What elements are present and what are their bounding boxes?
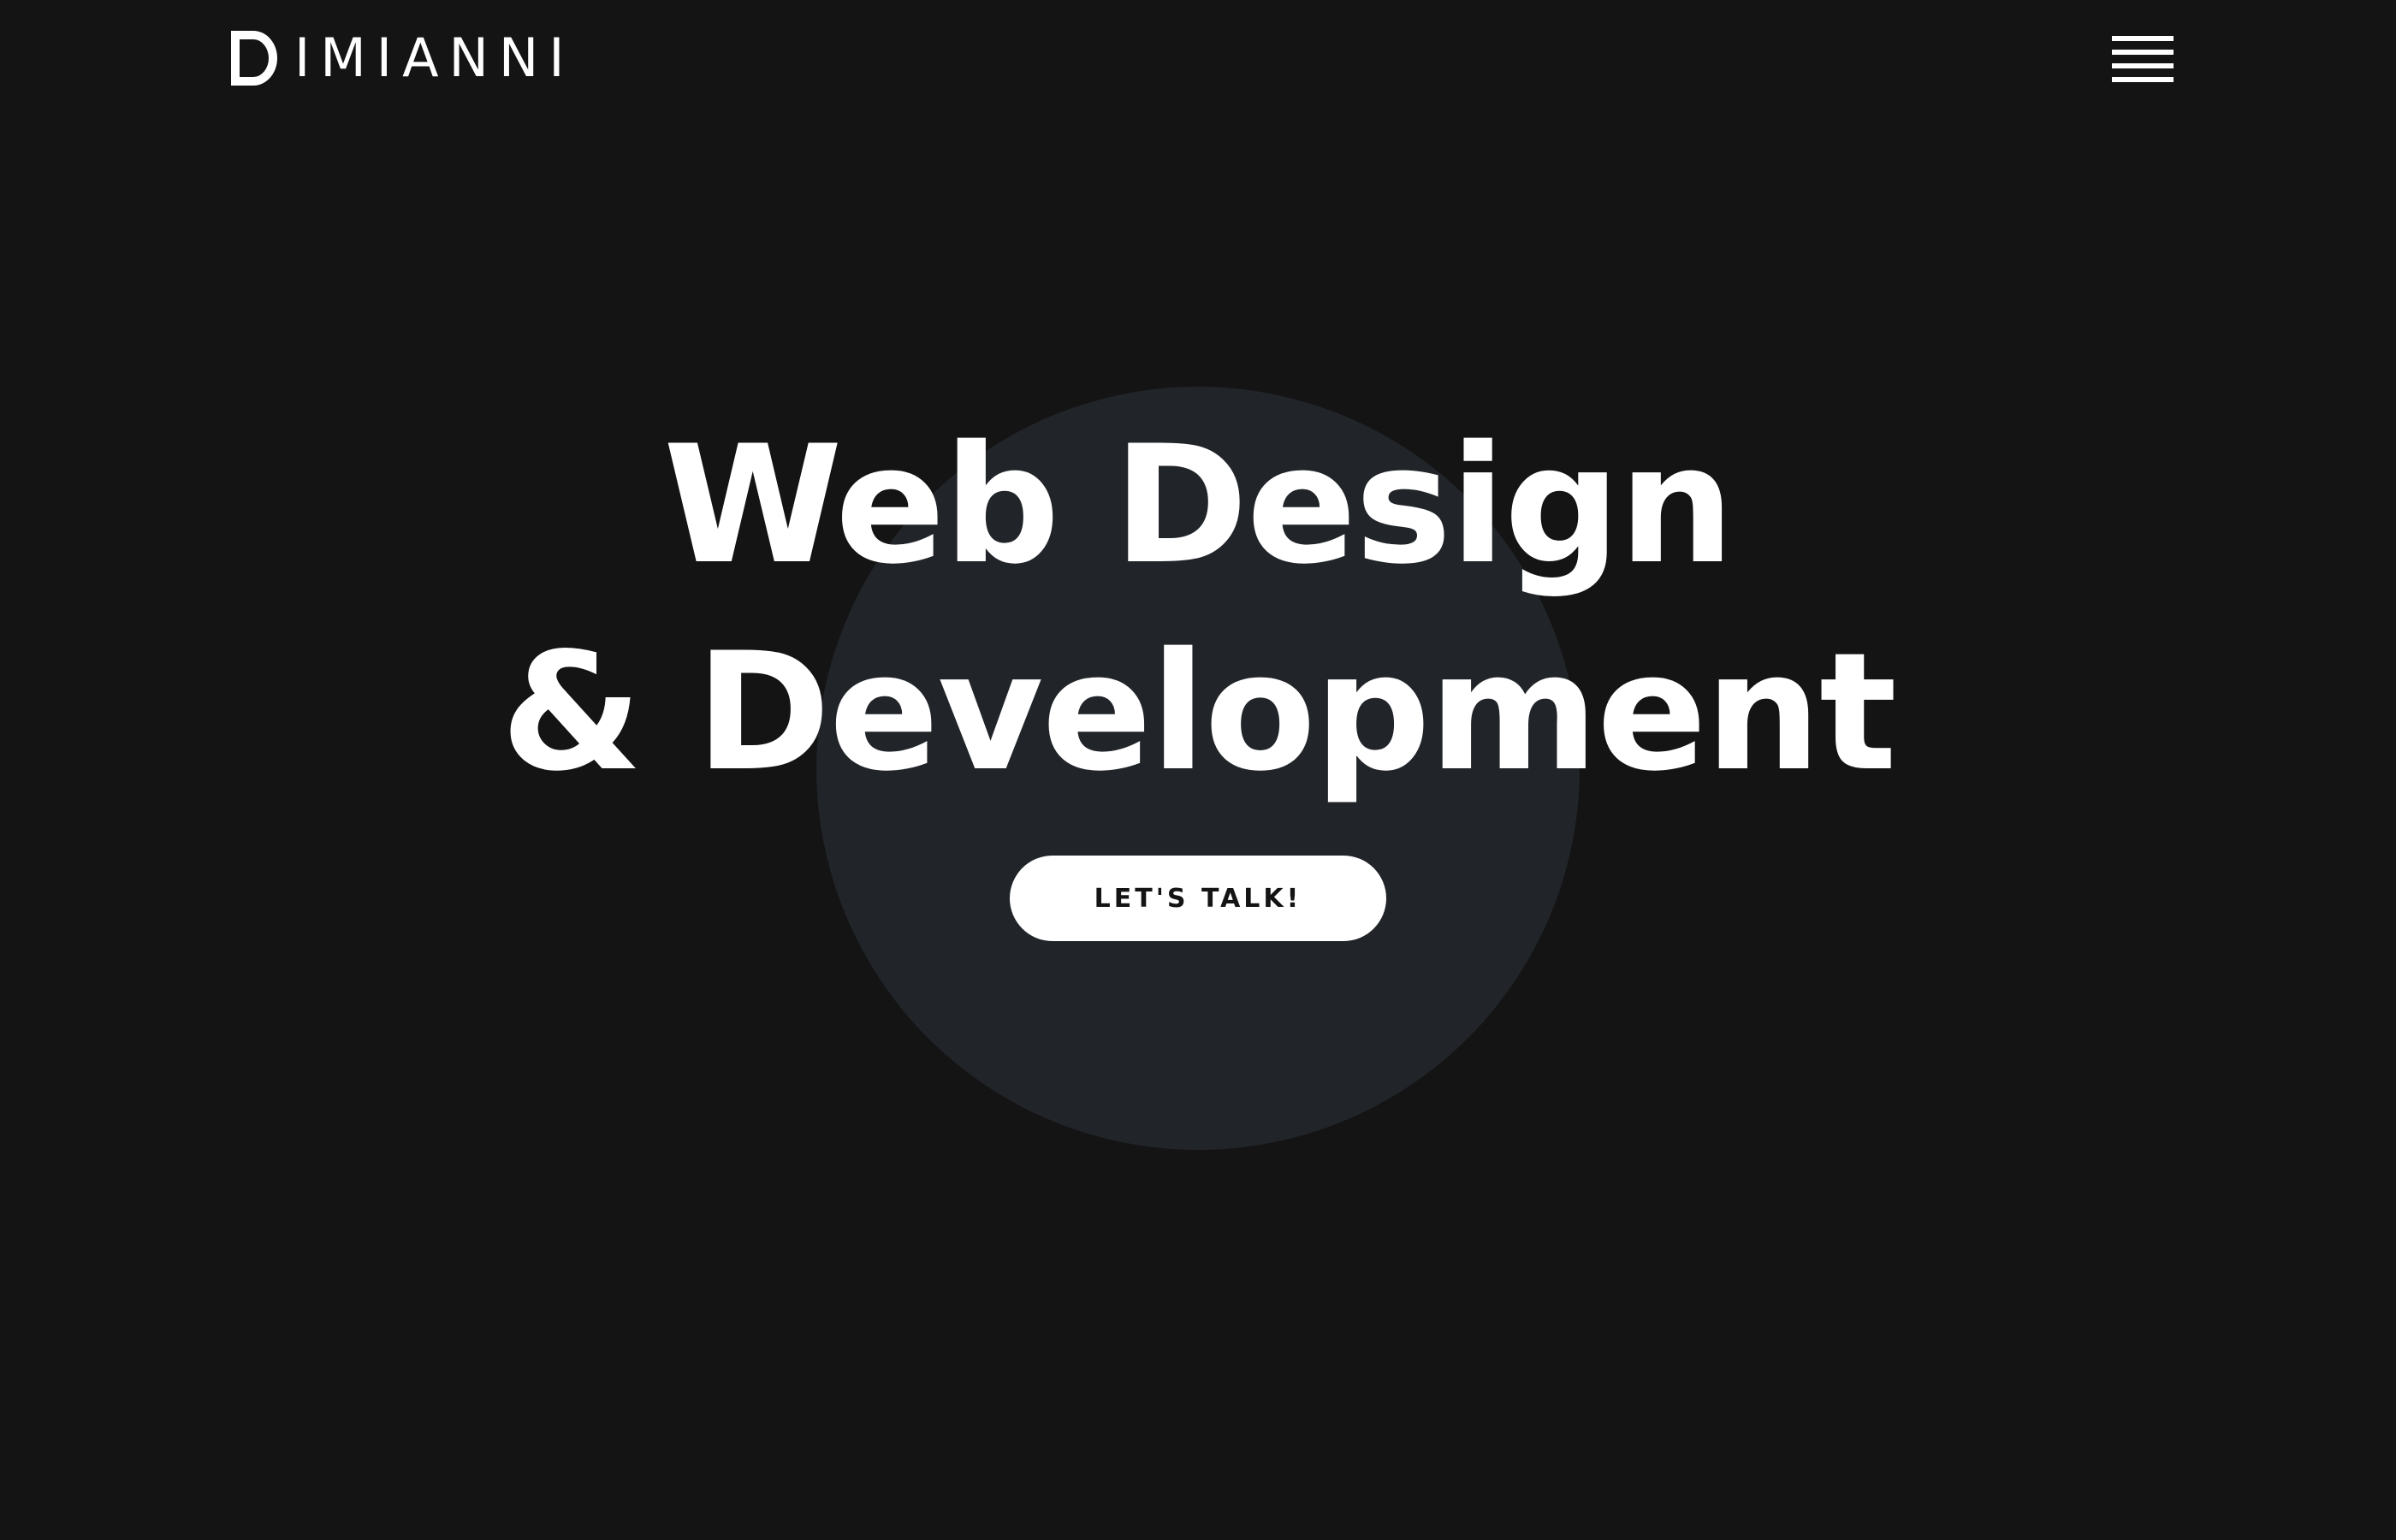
d-monogram-icon (228, 29, 279, 87)
site-logo[interactable]: IMIANNI (228, 27, 575, 89)
hamburger-menu-icon (2103, 31, 2175, 86)
logo-wordmark: IMIANNI (294, 27, 575, 89)
hero-title-line-1: Web Design (663, 411, 1735, 600)
site-header: IMIANNI (0, 0, 2396, 120)
hero-title-line-2: & Development (501, 618, 1897, 807)
lets-talk-button[interactable]: LET'S TALK! (1010, 856, 1386, 941)
menu-button[interactable] (2103, 31, 2175, 86)
hero-title: Web Design & Development (0, 402, 2396, 816)
